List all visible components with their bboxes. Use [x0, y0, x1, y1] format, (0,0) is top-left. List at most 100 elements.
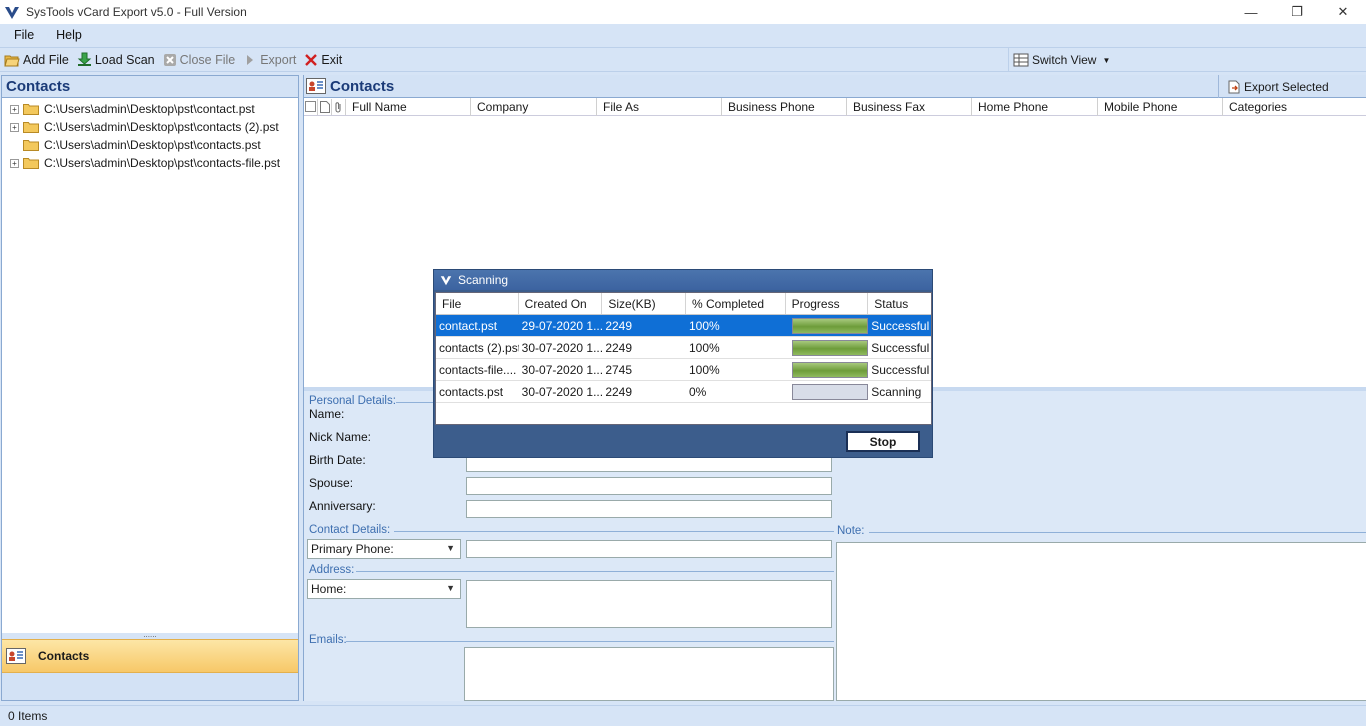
stop-button[interactable]: Stop	[846, 431, 920, 452]
restore-button[interactable]: ❐	[1274, 0, 1320, 24]
contacts-grid-header: Full Name Company File As Business Phone…	[304, 97, 1366, 116]
exit-button[interactable]: Exit	[304, 53, 342, 67]
column-full-name[interactable]: Full Name	[346, 97, 471, 116]
table-row[interactable]: contacts (2).pst 30-07-2020 1... 2249 10…	[436, 337, 931, 359]
exit-x-icon	[305, 53, 318, 66]
size-cell: 2249	[605, 340, 633, 355]
contact-card-icon	[6, 648, 26, 664]
contacts-title: Contacts	[330, 77, 395, 95]
created-cell: 30-07-2020 1...	[521, 340, 603, 355]
progress-bar	[791, 383, 869, 400]
table-row[interactable]: contacts-file.... 30-07-2020 1... 2745 1…	[436, 359, 931, 381]
progress-cell	[786, 359, 869, 380]
load-scan-button[interactable]: Load Scan	[77, 52, 155, 67]
menu-help[interactable]: Help	[48, 28, 90, 42]
column-business-phone[interactable]: Business Phone	[722, 97, 847, 116]
nav-contacts-label: Contacts	[38, 649, 90, 663]
minimize-button[interactable]: —	[1228, 0, 1274, 24]
close-file-label: Close File	[179, 52, 236, 67]
note-label: Note:	[837, 525, 865, 537]
column-size[interactable]: Size(KB)	[602, 293, 686, 314]
status-cell: Successful	[871, 318, 930, 333]
export-button[interactable]: Export	[243, 53, 296, 67]
table-row[interactable]: contacts.pst 30-07-2020 1... 2249 0% Sca…	[436, 381, 931, 403]
nick-name-label: Nick Name:	[309, 430, 372, 444]
expand-icon[interactable]: +	[10, 104, 19, 114]
menu-file[interactable]: File	[6, 28, 42, 42]
size-cell: 2249	[605, 384, 633, 399]
completed-cell: 100%	[688, 340, 720, 355]
primary-phone-field[interactable]	[466, 540, 832, 558]
nav-contacts-button[interactable]: Contacts	[2, 639, 298, 673]
progress-fill	[792, 318, 868, 333]
exit-label: Exit	[321, 52, 343, 67]
column-home-phone[interactable]: Home Phone	[972, 97, 1098, 116]
tree-item-label: C:\Users\admin\Desktop\pst\contacts-file…	[44, 156, 281, 170]
column-file-as[interactable]: File As	[597, 97, 722, 116]
note-field[interactable]	[836, 542, 1366, 701]
column-categories[interactable]: Categories	[1223, 98, 1345, 116]
status-cell: Successful	[871, 362, 930, 377]
column-business-fax[interactable]: Business Fax	[847, 97, 972, 116]
select-all-checkbox[interactable]	[304, 98, 318, 115]
column-completed[interactable]: % Completed	[686, 293, 786, 314]
scanning-dialog: Scanning File Created On Size(KB) % Comp…	[433, 269, 933, 458]
folder-icon	[23, 122, 39, 133]
export-arrow-icon	[247, 54, 254, 65]
progress-bar	[791, 339, 869, 356]
tree-item[interactable]: + C:\Users\admin\Desktop\pst\contacts-fi…	[2, 154, 298, 172]
export-selected-label: Export Selected	[1244, 79, 1329, 94]
left-panel-title: Contacts	[2, 76, 298, 98]
export-doc-icon	[1228, 80, 1240, 93]
column-progress[interactable]: Progress	[786, 293, 869, 314]
window-title: SysTools vCard Export v5.0 - Full Versio…	[26, 5, 247, 19]
folder-icon	[23, 140, 39, 151]
anniversary-field[interactable]	[466, 500, 832, 518]
file-cell: contacts-file....	[439, 362, 517, 377]
menu-bar: File Help	[0, 24, 1366, 46]
column-created-on[interactable]: Created On	[519, 293, 603, 314]
anniversary-label: Anniversary:	[309, 499, 376, 513]
switch-view-label: Switch View	[1032, 53, 1097, 67]
attachment-icon	[332, 98, 346, 115]
column-company[interactable]: Company	[471, 97, 597, 116]
expand-icon[interactable]: +	[10, 158, 19, 168]
add-file-label: Add File	[23, 52, 69, 67]
folder-icon	[23, 104, 39, 115]
progress-fill	[792, 362, 868, 377]
left-panel: Contacts + C:\Users\admin\Desktop\pst\co…	[1, 75, 299, 701]
table-row[interactable]: contact.pst 29-07-2020 1... 2249 100% Su…	[436, 315, 931, 337]
toolbar: Add File Load Scan Close File Export Exi…	[0, 47, 1366, 72]
created-cell: 29-07-2020 1...	[521, 318, 603, 333]
folder-tree: + C:\Users\admin\Desktop\pst\contact.pst…	[2, 98, 298, 172]
status-cell: Scanning	[871, 384, 922, 399]
tree-item[interactable]: + C:\Users\admin\Desktop\pst\contacts (2…	[2, 118, 298, 136]
completed-cell: 100%	[688, 362, 720, 377]
expand-icon[interactable]: +	[10, 122, 19, 132]
close-file-button[interactable]: Close File	[163, 52, 236, 67]
close-button[interactable]: ✕	[1320, 0, 1366, 24]
size-cell: 2745	[605, 362, 633, 377]
primary-phone-dropdown[interactable]: Primary Phone: ▼	[307, 539, 461, 559]
tree-item[interactable]: + C:\Users\admin\Desktop\pst\contact.pst	[2, 100, 298, 118]
size-cell: 2249	[605, 318, 633, 333]
export-selected-button[interactable]: Export Selected	[1218, 75, 1366, 98]
status-cell: Successful	[871, 340, 930, 355]
dialog-title: Scanning	[458, 273, 509, 287]
dialog-title-bar[interactable]: Scanning	[434, 270, 932, 290]
tree-item[interactable]: C:\Users\admin\Desktop\pst\contacts.pst	[2, 136, 298, 154]
export-label: Export	[260, 52, 297, 67]
column-status[interactable]: Status	[868, 293, 931, 314]
address-field[interactable]	[466, 580, 832, 628]
switch-view-button[interactable]: Switch View ▼	[1008, 48, 1366, 72]
download-arrow-icon	[77, 52, 92, 66]
scan-table-body: contact.pst 29-07-2020 1... 2249 100% Su…	[436, 315, 931, 403]
column-file[interactable]: File	[436, 293, 519, 314]
address-type-dropdown[interactable]: Home: ▼	[307, 579, 461, 599]
spouse-field[interactable]	[466, 477, 832, 495]
chevron-down-icon: ▼	[446, 543, 455, 553]
column-mobile-phone[interactable]: Mobile Phone	[1098, 97, 1223, 116]
contact-card-icon	[306, 78, 326, 94]
add-file-button[interactable]: Add File	[4, 53, 69, 67]
emails-field[interactable]	[464, 647, 834, 701]
